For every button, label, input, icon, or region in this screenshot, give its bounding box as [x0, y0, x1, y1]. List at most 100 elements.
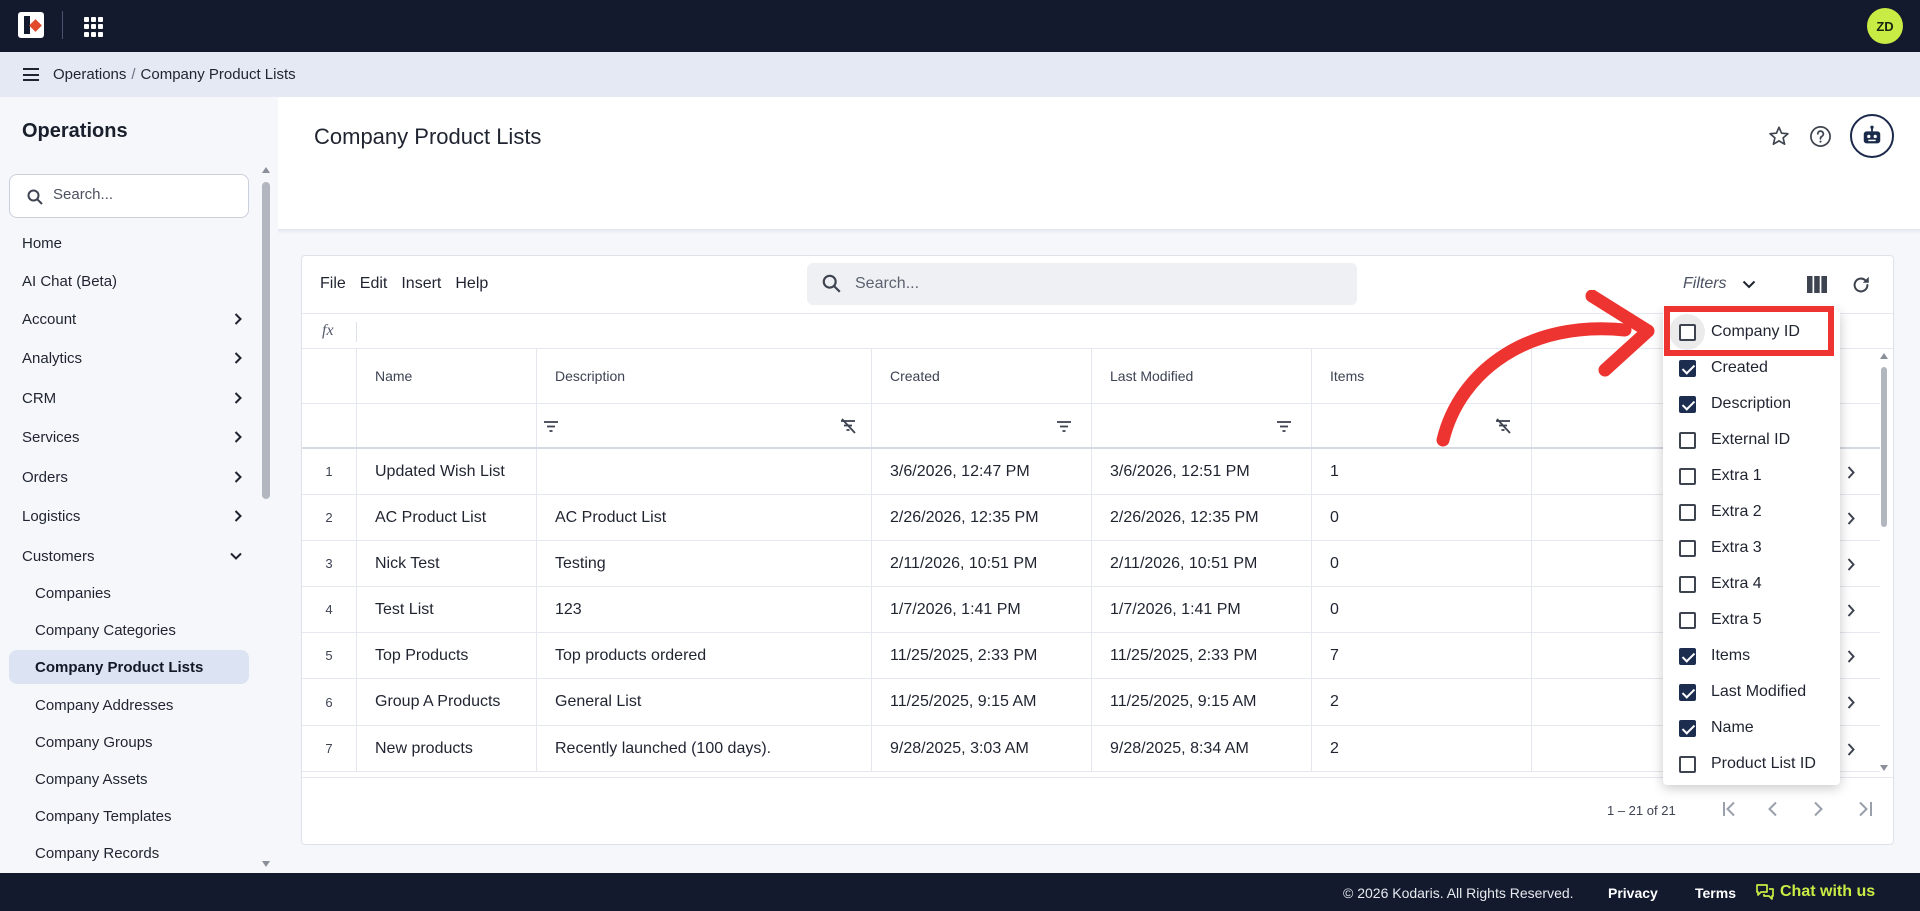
column-option-items[interactable]: Items: [1663, 638, 1840, 674]
cell-description[interactable]: 123: [537, 587, 872, 632]
cell-description[interactable]: Top products ordered: [537, 633, 872, 678]
scroll-down-arrow-icon[interactable]: [262, 861, 270, 867]
cell-last-modified[interactable]: 3/6/2026, 12:51 PM: [1092, 449, 1312, 494]
sidebar-item-services[interactable]: Services: [22, 423, 242, 451]
filter-cell[interactable]: [357, 404, 558, 447]
hamburger-menu-icon[interactable]: [23, 68, 39, 81]
col-header-created[interactable]: Created: [872, 349, 1092, 403]
checkbox-checked[interactable]: [1679, 720, 1696, 737]
table-row[interactable]: 3 Nick Test Testing 2/11/2026, 10:51 PM …: [302, 541, 1880, 587]
previous-page-icon[interactable]: [1767, 801, 1779, 817]
menu-insert[interactable]: Insert: [401, 275, 441, 293]
sidebar-item-company-assets[interactable]: Company Assets: [9, 762, 249, 796]
sidebar-item-company-categories[interactable]: Company Categories: [9, 613, 249, 647]
cell-name[interactable]: Top Products: [357, 633, 537, 678]
table-scrollbar-thumb[interactable]: [1881, 367, 1887, 527]
scroll-up-arrow-icon[interactable]: [1880, 353, 1888, 359]
column-option-name[interactable]: Name: [1663, 710, 1840, 746]
chevron-down-icon[interactable]: [1742, 280, 1756, 289]
grid-search-input[interactable]: [855, 275, 1335, 293]
sidebar-item-account[interactable]: Account: [22, 305, 242, 333]
chat-with-us-link[interactable]: Chat with us: [1756, 883, 1875, 901]
table-row[interactable]: 7 New products Recently launched (100 da…: [302, 726, 1880, 772]
breadcrumb-section[interactable]: Operations: [53, 66, 126, 83]
sidebar-item-crm[interactable]: CRM: [22, 384, 242, 412]
cell-items[interactable]: 7: [1312, 633, 1532, 678]
table-row[interactable]: 2 AC Product List AC Product List 2/26/2…: [302, 495, 1880, 541]
table-row[interactable]: 4 Test List 123 1/7/2026, 1:41 PM 1/7/20…: [302, 587, 1880, 633]
sidebar-item-ai-chat[interactable]: AI Chat (Beta): [22, 267, 242, 295]
checkbox[interactable]: [1679, 468, 1696, 485]
sidebar-item-company-records[interactable]: Company Records: [9, 836, 249, 870]
columns-icon[interactable]: [1807, 276, 1827, 293]
last-page-icon[interactable]: [1855, 801, 1873, 817]
table-row[interactable]: 6 Group A Products General List 11/25/20…: [302, 679, 1880, 726]
table-row[interactable]: 1 Updated Wish List 3/6/2026, 12:47 PM 3…: [302, 449, 1880, 495]
cell-created[interactable]: 2/26/2026, 12:35 PM: [872, 495, 1092, 540]
checkbox[interactable]: [1679, 756, 1696, 773]
user-avatar[interactable]: ZD: [1867, 8, 1903, 44]
chevron-right-icon[interactable]: [1847, 558, 1855, 571]
column-option-extra-5[interactable]: Extra 5: [1663, 602, 1840, 638]
column-option-extra-4[interactable]: Extra 4: [1663, 566, 1840, 602]
checkbox[interactable]: [1679, 540, 1696, 557]
cell-name[interactable]: Group A Products: [357, 679, 537, 725]
apps-grid-icon[interactable]: [84, 17, 104, 37]
star-favorite-icon[interactable]: [1768, 125, 1790, 147]
cell-last-modified[interactable]: 1/7/2026, 1:41 PM: [1092, 587, 1312, 632]
cell-items[interactable]: 2: [1312, 726, 1532, 771]
scroll-down-arrow-icon[interactable]: [1880, 765, 1888, 771]
terms-link[interactable]: Terms: [1695, 885, 1736, 901]
sidebar-item-company-templates[interactable]: Company Templates: [9, 799, 249, 833]
cell-name[interactable]: AC Product List: [357, 495, 537, 540]
help-icon[interactable]: [1809, 125, 1832, 148]
next-page-icon[interactable]: [1812, 801, 1824, 817]
cell-created[interactable]: 11/25/2025, 2:33 PM: [872, 633, 1092, 678]
sidebar-item-logistics[interactable]: Logistics: [22, 502, 242, 530]
cell-description[interactable]: AC Product List: [537, 495, 872, 540]
sidebar-item-companies[interactable]: Companies: [9, 576, 249, 610]
column-option-description[interactable]: Description: [1663, 386, 1840, 422]
sidebar-item-orders[interactable]: Orders: [22, 463, 242, 491]
grid-search[interactable]: [807, 263, 1357, 305]
cell-name[interactable]: Updated Wish List: [357, 449, 537, 494]
table-scrollbar[interactable]: [1879, 349, 1889, 775]
menu-help[interactable]: Help: [455, 275, 488, 293]
cell-items[interactable]: 1: [1312, 449, 1532, 494]
column-option-extra-2[interactable]: Extra 2: [1663, 494, 1840, 530]
checkbox[interactable]: [1679, 504, 1696, 521]
cell-name[interactable]: Test List: [357, 587, 537, 632]
cell-description[interactable]: Testing: [537, 541, 872, 586]
checkbox-checked[interactable]: [1679, 360, 1696, 377]
cell-items[interactable]: 0: [1312, 495, 1532, 540]
filter-cell[interactable]: [537, 404, 872, 447]
chevron-right-icon[interactable]: [1847, 512, 1855, 525]
cell-last-modified[interactable]: 2/11/2026, 10:51 PM: [1092, 541, 1312, 586]
checkbox-checked[interactable]: [1679, 648, 1696, 665]
sidebar-item-company-addresses[interactable]: Company Addresses: [9, 688, 249, 722]
cell-items[interactable]: 2: [1312, 679, 1532, 725]
sidebar-item-analytics[interactable]: Analytics: [22, 344, 242, 372]
col-header-description[interactable]: Description: [537, 349, 872, 403]
sidebar-item-customers[interactable]: Customers: [22, 542, 242, 570]
chevron-right-icon[interactable]: [1847, 650, 1855, 663]
cell-created[interactable]: 1/7/2026, 1:41 PM: [872, 587, 1092, 632]
filter-cell[interactable]: [872, 404, 1092, 447]
cell-last-modified[interactable]: 11/25/2025, 2:33 PM: [1092, 633, 1312, 678]
filters-button[interactable]: Filters: [1683, 275, 1727, 293]
checkbox[interactable]: [1679, 432, 1696, 449]
filter-icon[interactable]: [1057, 421, 1071, 432]
column-option-extra-1[interactable]: Extra 1: [1663, 458, 1840, 494]
sidebar-search-input[interactable]: [53, 186, 238, 203]
sidebar-item-company-groups[interactable]: Company Groups: [9, 725, 249, 759]
chevron-right-icon[interactable]: [1847, 696, 1855, 709]
cell-name[interactable]: New products: [357, 726, 537, 771]
cell-description[interactable]: General List: [537, 679, 872, 725]
chevron-right-icon[interactable]: [1847, 466, 1855, 479]
sidebar-item-company-product-lists[interactable]: Company Product Lists: [9, 650, 249, 684]
sidebar-item-home[interactable]: Home: [22, 229, 242, 257]
cell-name[interactable]: Nick Test: [357, 541, 537, 586]
column-option-external-id[interactable]: External ID: [1663, 422, 1840, 458]
cell-created[interactable]: 11/25/2025, 9:15 AM: [872, 679, 1092, 725]
chevron-right-icon[interactable]: [1847, 743, 1855, 756]
